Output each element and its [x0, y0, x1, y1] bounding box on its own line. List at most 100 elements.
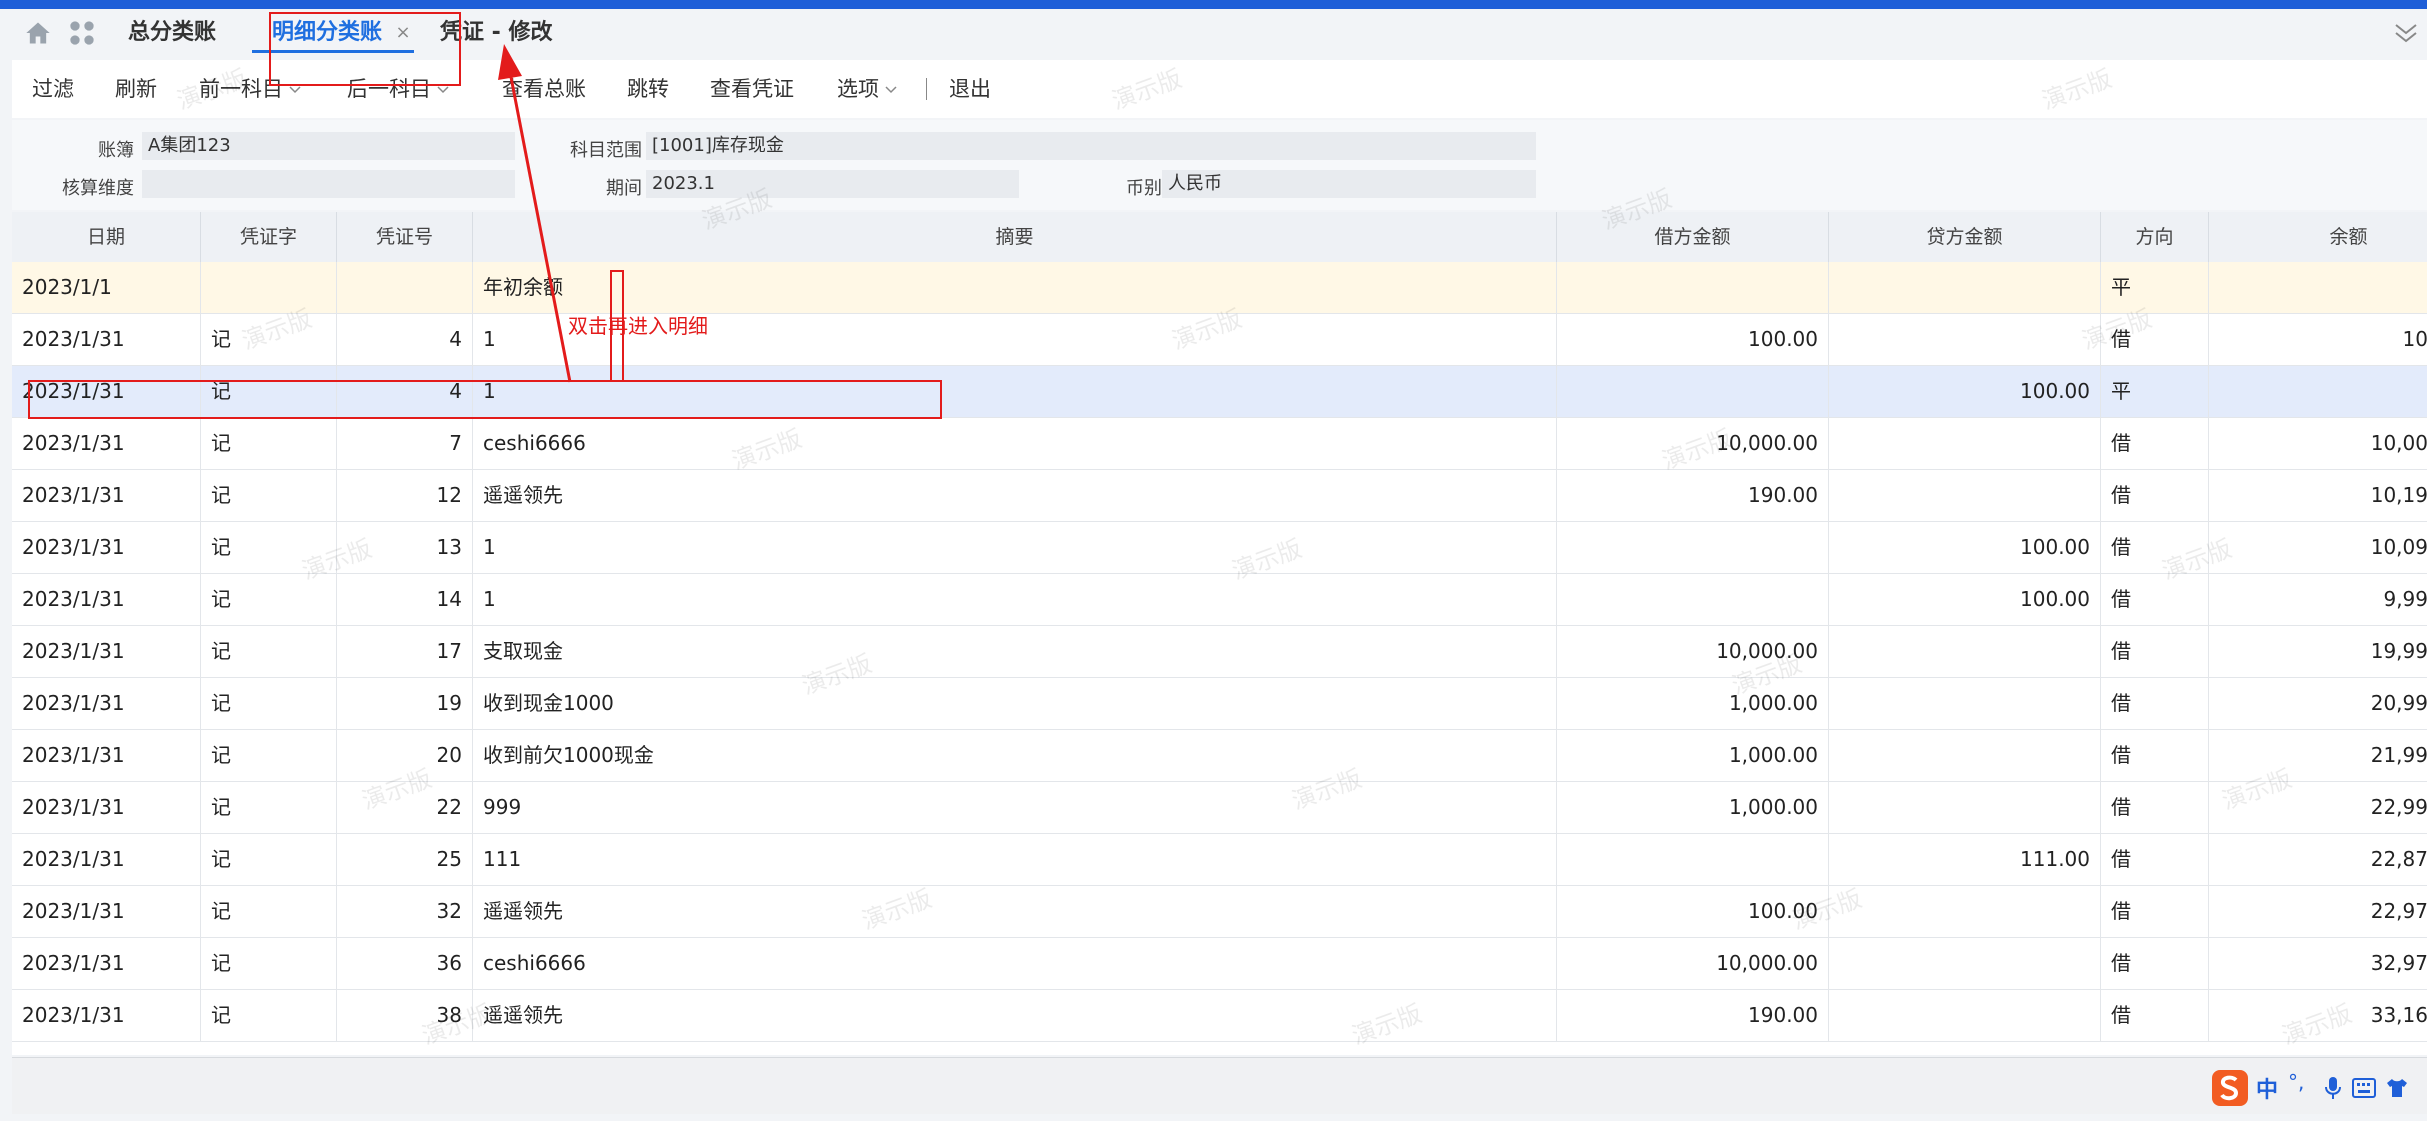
skin-shirt-icon[interactable]: [2386, 1078, 2408, 1098]
table-row[interactable]: 2023/1/31 记 17 支取现金 10,000.00 借 19,99: [12, 626, 2427, 678]
col-header-balance[interactable]: 余额: [2208, 212, 2427, 262]
col-header-direction[interactable]: 方向: [2100, 212, 2208, 262]
dimension-field[interactable]: [142, 170, 515, 198]
period-field[interactable]: 2023.1: [646, 170, 1019, 198]
cell-date: 2023/1/31: [22, 483, 125, 507]
cell-balance: 10: [2208, 314, 2427, 365]
table-row[interactable]: 2023/1/31 记 32 遥遥领先 100.00 借 22,97: [12, 886, 2427, 938]
col-header-voucher-no[interactable]: 凭证号: [336, 212, 472, 262]
cell-date: 2023/1/31: [22, 899, 125, 923]
refresh-button[interactable]: 刷新: [115, 60, 157, 118]
table-row[interactable]: 2023/1/31 记 20 收到前欠1000现金 1,000.00 借 21,99: [12, 730, 2427, 782]
cell-summary: 999: [472, 782, 1556, 833]
cell-balance: 22,99: [2208, 782, 2427, 833]
view-voucher-button[interactable]: 查看凭证: [710, 60, 794, 118]
cell-date: 2023/1/31: [22, 691, 125, 715]
table-row[interactable]: 2023/1/31 记 22 999 1,000.00 借 22,99: [12, 782, 2427, 834]
cell-debit: 1,000.00: [1556, 678, 1828, 729]
ime-punct-mode[interactable]: °,: [2288, 1070, 2304, 1094]
cell-balance: 22,97: [2208, 886, 2427, 937]
col-header-debit[interactable]: 借方金额: [1556, 212, 1828, 262]
cell-debit: [1556, 366, 1828, 417]
jump-button[interactable]: 跳转: [627, 60, 669, 118]
cell-dir: 借: [2100, 418, 2208, 469]
cell-date: 2023/1/31: [22, 743, 125, 767]
cell-balance: [2208, 366, 2427, 417]
table-row[interactable]: 2023/1/31 记 13 1 100.00 借 10,09: [12, 522, 2427, 574]
cell-debit: 190.00: [1556, 990, 1828, 1041]
cell-dir: 借: [2100, 626, 2208, 677]
cell-balance: 20,99: [2208, 678, 2427, 729]
next-subject-label: 后一科目: [347, 77, 431, 101]
cell-debit: 190.00: [1556, 470, 1828, 521]
toolbar-divider: [926, 78, 927, 100]
cell-dir: 借: [2100, 834, 2208, 885]
table-row[interactable]: 2023/1/31 记 14 1 100.00 借 9,99: [12, 574, 2427, 626]
ime-chinese-mode[interactable]: 中: [2256, 1072, 2278, 1104]
cell-date: 2023/1/31: [22, 535, 125, 559]
prev-subject-button[interactable]: 前一科目: [199, 60, 301, 118]
dimension-label: 核算维度: [62, 178, 134, 199]
cell-date: 2023/1/31: [22, 431, 125, 455]
cell-summary: 1: [472, 574, 1556, 625]
cell-debit: 10,000.00: [1556, 626, 1828, 677]
cell-no: 25: [336, 834, 472, 885]
home-icon[interactable]: [24, 19, 52, 47]
subject-range-field[interactable]: [1001]库存现金: [646, 132, 1536, 160]
table-row[interactable]: 2023/1/31 记 19 收到现金1000 1,000.00 借 20,99: [12, 678, 2427, 730]
table-row[interactable]: 2023/1/31 记 38 遥遥领先 190.00 借 33,16: [12, 990, 2427, 1042]
tab-general-ledger[interactable]: 总分类账: [128, 9, 216, 57]
col-header-date[interactable]: 日期: [12, 212, 200, 262]
cell-date: 2023/1/31: [22, 639, 125, 663]
ime-toolbar[interactable]: 中 °,: [2210, 1068, 2420, 1108]
cell-no: 12: [336, 470, 472, 521]
ledger-field[interactable]: A集团123: [142, 132, 515, 160]
table-row[interactable]: 2023/1/31 记 4 1 100.00 借 10: [12, 314, 2427, 366]
cell-credit: [1828, 782, 2100, 833]
tab-close-icon[interactable]: ×: [394, 21, 412, 45]
col-header-voucher-word[interactable]: 凭证字: [200, 212, 336, 262]
cell-date: 2023/1/31: [22, 1003, 125, 1027]
next-subject-button[interactable]: 后一科目: [347, 60, 449, 118]
cell-word: 记: [200, 314, 336, 365]
cell-credit: 100.00: [1828, 366, 2100, 417]
cell-debit: 100.00: [1556, 886, 1828, 937]
cell-date: 2023/1/31: [22, 951, 125, 975]
apps-grid-icon[interactable]: [68, 19, 96, 47]
tab-voucher-edit[interactable]: 凭证 - 修改: [440, 9, 552, 57]
table-row[interactable]: 2023/1/31 记 25 111 111.00 借 22,87: [12, 834, 2427, 886]
cell-word: 记: [200, 366, 336, 417]
cell-balance: 9,99: [2208, 574, 2427, 625]
options-dropdown[interactable]: 选项: [837, 60, 897, 118]
cell-debit: 1,000.00: [1556, 782, 1828, 833]
exit-button[interactable]: 退出: [949, 60, 991, 118]
table-row[interactable]: 2023/1/31 记 36 ceshi6666 10,000.00 借 32,97: [12, 938, 2427, 990]
view-general-ledger-button[interactable]: 查看总账: [502, 60, 586, 118]
col-header-summary[interactable]: 摘要: [472, 212, 1556, 262]
microphone-icon[interactable]: [2324, 1076, 2342, 1100]
table-row[interactable]: 2023/1/1 年初余额 平: [12, 262, 2427, 314]
cell-word: 记: [200, 938, 336, 989]
cell-summary: 1: [472, 522, 1556, 573]
cell-credit: 111.00: [1828, 834, 2100, 885]
cell-summary: ceshi6666: [472, 938, 1556, 989]
cell-credit: [1828, 990, 2100, 1041]
table-row[interactable]: 2023/1/31 记 4 1 100.00 平: [12, 366, 2427, 418]
cell-no: 32: [336, 886, 472, 937]
currency-field[interactable]: 人民币: [1162, 170, 1536, 198]
cell-no: 38: [336, 990, 472, 1041]
ledger-label: 账簿: [98, 140, 134, 161]
table-row[interactable]: 2023/1/31 记 12 遥遥领先 190.00 借 10,19: [12, 470, 2427, 522]
cell-dir: 平: [2100, 366, 2208, 417]
chevron-double-down-icon[interactable]: [2393, 21, 2419, 45]
cell-summary: 111: [472, 834, 1556, 885]
cell-credit: [1828, 314, 2100, 365]
cell-balance: 33,16: [2208, 990, 2427, 1041]
cell-dir: 借: [2100, 938, 2208, 989]
table-row[interactable]: 2023/1/31 记 7 ceshi6666 10,000.00 借 10,00: [12, 418, 2427, 470]
cell-credit: 100.00: [1828, 574, 2100, 625]
filter-button[interactable]: 过滤: [32, 60, 74, 118]
period-label: 期间: [606, 178, 642, 199]
keyboard-icon[interactable]: [2352, 1078, 2376, 1098]
col-header-credit[interactable]: 贷方金额: [1828, 212, 2100, 262]
